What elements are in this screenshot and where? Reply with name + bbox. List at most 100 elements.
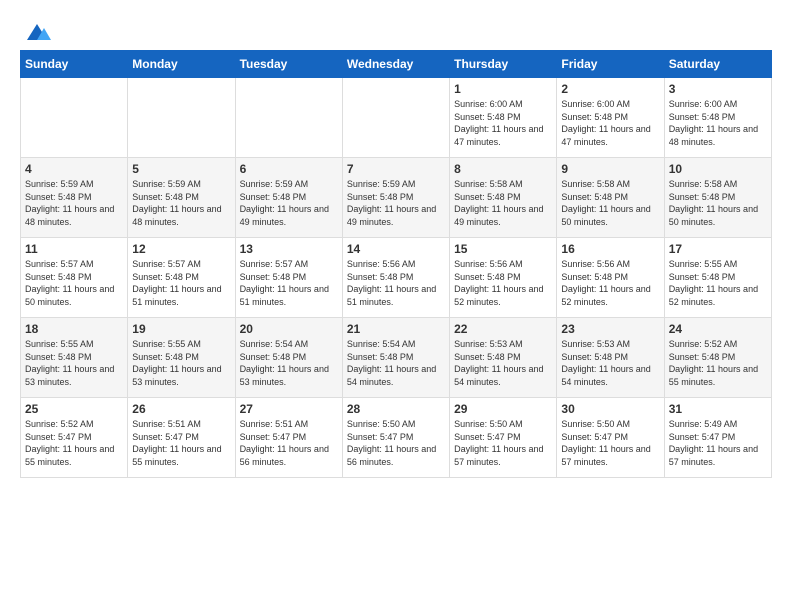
day-number: 2 [561, 82, 659, 96]
calendar-cell: 13 Sunrise: 5:57 AM Sunset: 5:48 PM Dayli… [235, 238, 342, 318]
weekday-header-wednesday: Wednesday [342, 51, 449, 78]
day-number: 31 [669, 402, 767, 416]
weekday-header-row: SundayMondayTuesdayWednesdayThursdayFrid… [21, 51, 772, 78]
day-number: 9 [561, 162, 659, 176]
calendar-cell: 1Sunrise: 6:00 AM Sunset: 5:48 PM Daylig… [450, 78, 557, 158]
calendar-cell: 27 Sunrise: 5:51 AM Sunset: 5:47 PM Dayli… [235, 398, 342, 478]
day-number: 26 [132, 402, 230, 416]
calendar-cell: 25Sunrise: 5:52 AM Sunset: 5:47 PM Dayli… [21, 398, 128, 478]
logo-icon [22, 20, 52, 44]
day-number: 28 [347, 402, 445, 416]
day-number: 5 [132, 162, 230, 176]
day-info: Sunrise: 5:56 AM Sunset: 5:48 PM Dayligh… [561, 258, 659, 308]
day-info: Sunrise: 5:49 AM Sunset: 5:47 PM Dayligh… [669, 418, 767, 468]
calendar-cell: 15 Sunrise: 5:56 AM Sunset: 5:48 PM Dayli… [450, 238, 557, 318]
calendar-cell: 22Sunrise: 5:53 AM Sunset: 5:48 PM Dayli… [450, 318, 557, 398]
day-number: 3 [669, 82, 767, 96]
day-number: 16 [561, 242, 659, 256]
day-info: Sunrise: 5:53 AM Sunset: 5:48 PM Dayligh… [561, 338, 659, 388]
calendar-cell: 10 Sunrise: 5:58 AM Sunset: 5:48 PM Dayli… [664, 158, 771, 238]
day-info: Sunrise: 5:59 AM Sunset: 5:48 PM Dayligh… [240, 178, 338, 228]
day-info: Sunrise: 5:58 AM Sunset: 5:48 PM Dayligh… [669, 178, 767, 228]
day-info: Sunrise: 5:57 AM Sunset: 5:48 PM Dayligh… [240, 258, 338, 308]
calendar-cell: 31 Sunrise: 5:49 AM Sunset: 5:47 PM Dayli… [664, 398, 771, 478]
day-number: 14 [347, 242, 445, 256]
calendar-cell: 5 Sunrise: 5:59 AM Sunset: 5:48 PM Daylig… [128, 158, 235, 238]
day-number: 10 [669, 162, 767, 176]
day-number: 15 [454, 242, 552, 256]
day-number: 27 [240, 402, 338, 416]
calendar-cell: 19Sunrise: 5:55 AM Sunset: 5:48 PM Dayli… [128, 318, 235, 398]
calendar-week-5: 25Sunrise: 5:52 AM Sunset: 5:47 PM Dayli… [21, 398, 772, 478]
calendar-cell [235, 78, 342, 158]
page-header [20, 20, 772, 40]
day-info: Sunrise: 5:50 AM Sunset: 5:47 PM Dayligh… [347, 418, 445, 468]
calendar-cell: 29Sunrise: 5:50 AM Sunset: 5:47 PM Dayli… [450, 398, 557, 478]
calendar-body: 1Sunrise: 6:00 AM Sunset: 5:48 PM Daylig… [21, 78, 772, 478]
calendar-cell: 6 Sunrise: 5:59 AM Sunset: 5:48 PM Daylig… [235, 158, 342, 238]
calendar-week-2: 4 Sunrise: 5:59 AM Sunset: 5:48 PM Daylig… [21, 158, 772, 238]
day-info: Sunrise: 6:00 AM Sunset: 5:48 PM Dayligh… [454, 98, 552, 148]
day-info: Sunrise: 5:52 AM Sunset: 5:47 PM Dayligh… [25, 418, 123, 468]
day-info: Sunrise: 5:54 AM Sunset: 5:48 PM Dayligh… [347, 338, 445, 388]
day-info: Sunrise: 5:55 AM Sunset: 5:48 PM Dayligh… [25, 338, 123, 388]
day-info: Sunrise: 5:56 AM Sunset: 5:48 PM Dayligh… [347, 258, 445, 308]
weekday-header-thursday: Thursday [450, 51, 557, 78]
calendar-cell: 12 Sunrise: 5:57 AM Sunset: 5:48 PM Dayli… [128, 238, 235, 318]
day-info: Sunrise: 5:58 AM Sunset: 5:48 PM Dayligh… [454, 178, 552, 228]
day-info: Sunrise: 5:54 AM Sunset: 5:48 PM Dayligh… [240, 338, 338, 388]
day-number: 7 [347, 162, 445, 176]
day-info: Sunrise: 5:56 AM Sunset: 5:48 PM Dayligh… [454, 258, 552, 308]
day-info: Sunrise: 6:00 AM Sunset: 5:48 PM Dayligh… [561, 98, 659, 148]
day-number: 22 [454, 322, 552, 336]
calendar-cell: 8Sunrise: 5:58 AM Sunset: 5:48 PM Daylig… [450, 158, 557, 238]
day-number: 24 [669, 322, 767, 336]
day-info: Sunrise: 5:52 AM Sunset: 5:48 PM Dayligh… [669, 338, 767, 388]
day-info: Sunrise: 5:50 AM Sunset: 5:47 PM Dayligh… [561, 418, 659, 468]
weekday-header-tuesday: Tuesday [235, 51, 342, 78]
day-info: Sunrise: 5:59 AM Sunset: 5:48 PM Dayligh… [347, 178, 445, 228]
day-info: Sunrise: 5:51 AM Sunset: 5:47 PM Dayligh… [240, 418, 338, 468]
calendar-cell: 18 Sunrise: 5:55 AM Sunset: 5:48 PM Dayli… [21, 318, 128, 398]
calendar-cell: 24 Sunrise: 5:52 AM Sunset: 5:48 PM Dayli… [664, 318, 771, 398]
day-info: Sunrise: 5:59 AM Sunset: 5:48 PM Dayligh… [132, 178, 230, 228]
calendar-week-1: 1Sunrise: 6:00 AM Sunset: 5:48 PM Daylig… [21, 78, 772, 158]
calendar-cell: 7 Sunrise: 5:59 AM Sunset: 5:48 PM Daylig… [342, 158, 449, 238]
calendar-cell: 28 Sunrise: 5:50 AM Sunset: 5:47 PM Dayli… [342, 398, 449, 478]
calendar-cell: 14 Sunrise: 5:56 AM Sunset: 5:48 PM Dayli… [342, 238, 449, 318]
calendar-week-4: 18 Sunrise: 5:55 AM Sunset: 5:48 PM Dayli… [21, 318, 772, 398]
calendar-cell [128, 78, 235, 158]
day-number: 30 [561, 402, 659, 416]
day-info: Sunrise: 5:58 AM Sunset: 5:48 PM Dayligh… [561, 178, 659, 228]
day-number: 17 [669, 242, 767, 256]
day-number: 23 [561, 322, 659, 336]
calendar-header: SundayMondayTuesdayWednesdayThursdayFrid… [21, 51, 772, 78]
calendar-cell: 30 Sunrise: 5:50 AM Sunset: 5:47 PM Dayli… [557, 398, 664, 478]
weekday-header-saturday: Saturday [664, 51, 771, 78]
day-info: Sunrise: 5:51 AM Sunset: 5:47 PM Dayligh… [132, 418, 230, 468]
day-number: 13 [240, 242, 338, 256]
day-info: Sunrise: 5:57 AM Sunset: 5:48 PM Dayligh… [132, 258, 230, 308]
day-info: Sunrise: 5:50 AM Sunset: 5:47 PM Dayligh… [454, 418, 552, 468]
day-info: Sunrise: 5:55 AM Sunset: 5:48 PM Dayligh… [132, 338, 230, 388]
day-number: 11 [25, 242, 123, 256]
day-number: 6 [240, 162, 338, 176]
day-number: 12 [132, 242, 230, 256]
calendar-cell: 23 Sunrise: 5:53 AM Sunset: 5:48 PM Dayli… [557, 318, 664, 398]
logo [20, 20, 52, 40]
calendar-table: SundayMondayTuesdayWednesdayThursdayFrid… [20, 50, 772, 478]
day-number: 18 [25, 322, 123, 336]
day-number: 4 [25, 162, 123, 176]
day-info: Sunrise: 6:00 AM Sunset: 5:48 PM Dayligh… [669, 98, 767, 148]
calendar-cell [342, 78, 449, 158]
calendar-cell: 26 Sunrise: 5:51 AM Sunset: 5:47 PM Dayli… [128, 398, 235, 478]
calendar-cell: 17 Sunrise: 5:55 AM Sunset: 5:48 PM Dayli… [664, 238, 771, 318]
calendar-cell: 9 Sunrise: 5:58 AM Sunset: 5:48 PM Daylig… [557, 158, 664, 238]
day-info: Sunrise: 5:57 AM Sunset: 5:48 PM Dayligh… [25, 258, 123, 308]
weekday-header-friday: Friday [557, 51, 664, 78]
day-info: Sunrise: 5:55 AM Sunset: 5:48 PM Dayligh… [669, 258, 767, 308]
calendar-cell [21, 78, 128, 158]
day-number: 21 [347, 322, 445, 336]
day-info: Sunrise: 5:59 AM Sunset: 5:48 PM Dayligh… [25, 178, 123, 228]
day-number: 20 [240, 322, 338, 336]
